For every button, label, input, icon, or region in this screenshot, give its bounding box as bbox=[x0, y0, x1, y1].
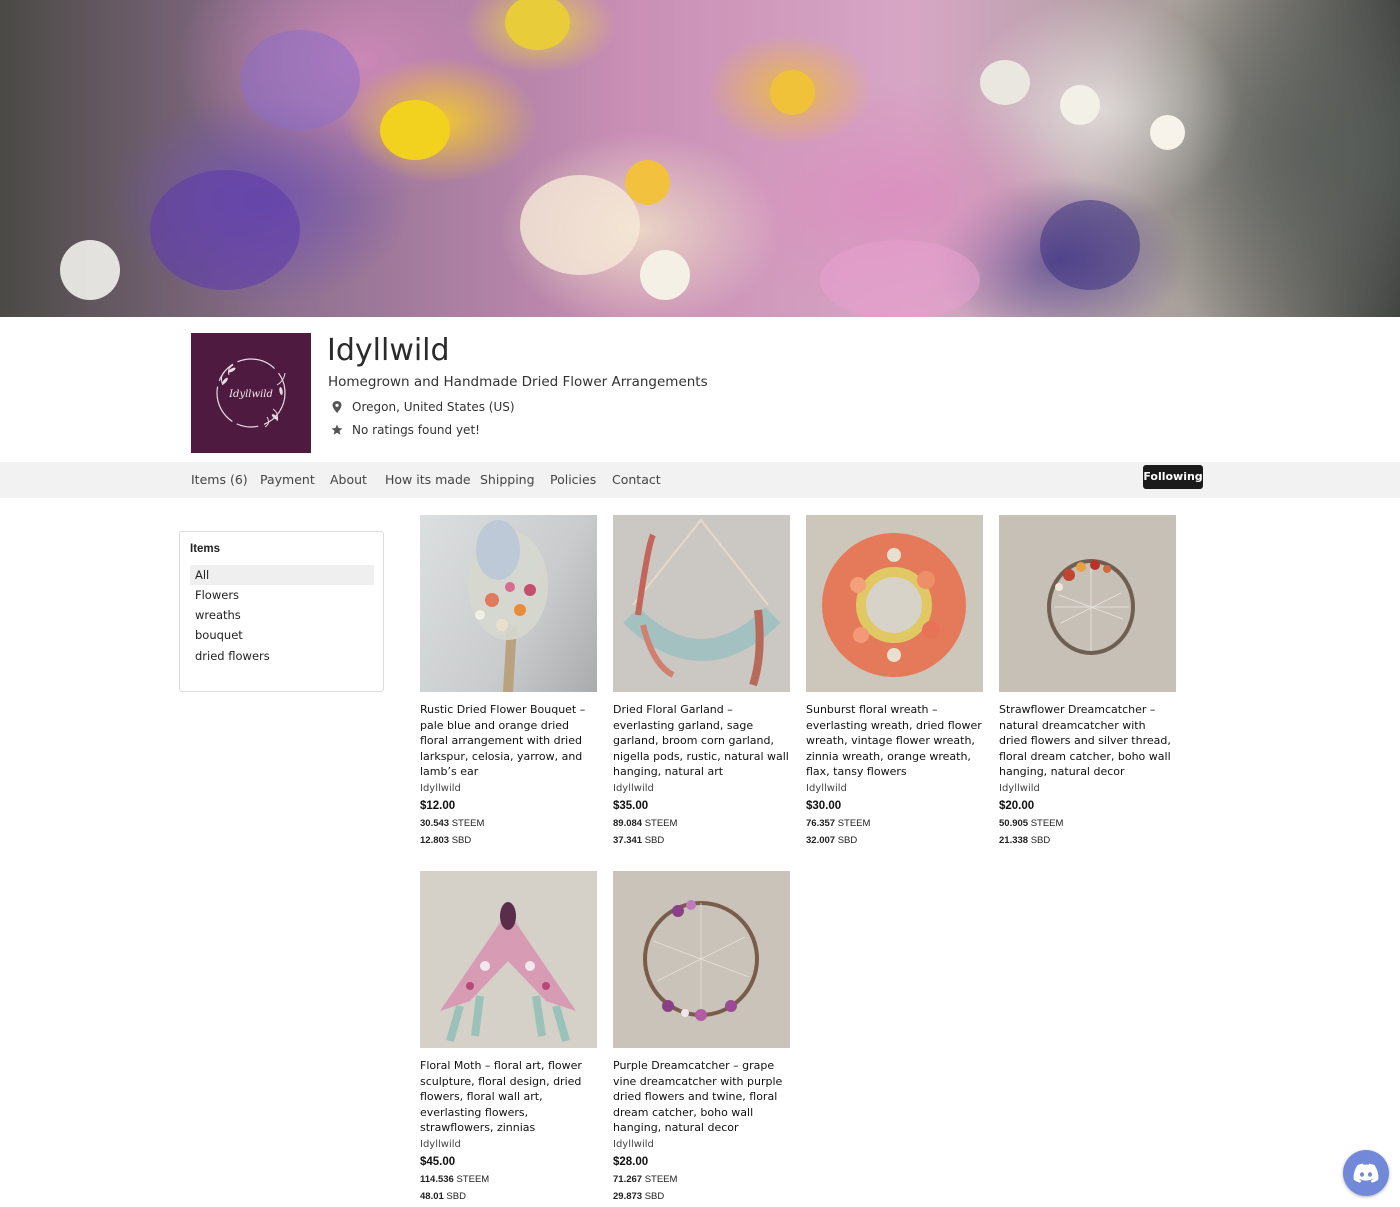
tab-about[interactable]: About bbox=[330, 462, 367, 498]
product-title[interactable]: Floral Moth – floral art, flower sculptu… bbox=[420, 1058, 597, 1136]
product-seller[interactable]: Idyllwild bbox=[613, 781, 790, 797]
wreath-logo-icon: Idyllwild bbox=[216, 358, 286, 428]
tab-how-its-made[interactable]: How its made bbox=[385, 462, 471, 498]
hero-banner-image bbox=[0, 0, 1400, 317]
product-image[interactable] bbox=[420, 515, 597, 692]
product-title[interactable]: Rustic Dried Flower Bouquet – pale blue … bbox=[420, 702, 597, 780]
product-image[interactable] bbox=[613, 871, 790, 1048]
product-card[interactable]: Floral Moth – floral art, flower sculptu… bbox=[420, 871, 597, 1205]
sidebar-title: Items bbox=[190, 543, 221, 555]
tab-contact[interactable]: Contact bbox=[612, 462, 661, 498]
shop-location-text: Oregon, United States (US) bbox=[352, 400, 515, 414]
product-card[interactable]: Purple Dreamcatcher – grape vine dreamca… bbox=[613, 871, 790, 1205]
product-price-steem: 50.905 STEEM bbox=[999, 817, 1064, 829]
product-price-steem: 89.084 STEEM bbox=[613, 817, 678, 829]
shop-rating-text: No ratings found yet! bbox=[352, 423, 480, 437]
product-title[interactable]: Dried Floral Garland – everlasting garla… bbox=[613, 702, 790, 780]
product-card[interactable]: Strawflower Dreamcatcher – natural dream… bbox=[999, 515, 1176, 849]
shop-logo: Idyllwild bbox=[191, 333, 311, 453]
following-button[interactable]: Following bbox=[1143, 465, 1203, 489]
product-price-usd: $35.00 bbox=[613, 799, 649, 812]
product-image[interactable] bbox=[806, 515, 983, 692]
product-price-sbd: 37.341 SBD bbox=[613, 834, 665, 846]
product-price-steem: 76.357 STEEM bbox=[806, 817, 871, 829]
product-price-steem: 114.536 STEEM bbox=[420, 1173, 490, 1185]
product-seller[interactable]: Idyllwild bbox=[999, 781, 1176, 797]
product-price-sbd: 32.007 SBD bbox=[806, 834, 858, 846]
tab-policies[interactable]: Policies bbox=[550, 462, 596, 498]
svg-text:Idyllwild: Idyllwild bbox=[228, 389, 273, 400]
star-icon bbox=[330, 423, 344, 437]
product-seller[interactable]: Idyllwild bbox=[613, 1137, 790, 1153]
product-price-usd: $30.00 bbox=[806, 799, 842, 812]
category-all[interactable]: All bbox=[190, 565, 374, 585]
product-image[interactable] bbox=[420, 871, 597, 1048]
product-card[interactable]: Rustic Dried Flower Bouquet – pale blue … bbox=[420, 515, 597, 849]
product-price-sbd: 21.338 SBD bbox=[999, 834, 1051, 846]
shop-location: Oregon, United States (US) bbox=[330, 400, 515, 414]
product-title[interactable]: Strawflower Dreamcatcher – natural dream… bbox=[999, 702, 1176, 780]
product-seller[interactable]: Idyllwild bbox=[806, 781, 983, 797]
shop-name: Idyllwild bbox=[327, 333, 450, 368]
product-price-steem: 71.267 STEEM bbox=[613, 1173, 678, 1185]
category-wreaths[interactable]: wreaths bbox=[190, 605, 374, 625]
product-seller[interactable]: Idyllwild bbox=[420, 781, 597, 797]
product-price-usd: $12.00 bbox=[420, 799, 456, 812]
product-title[interactable]: Sunburst floral wreath – everlasting wre… bbox=[806, 702, 983, 780]
product-title[interactable]: Purple Dreamcatcher – grape vine dreamca… bbox=[613, 1058, 790, 1136]
product-price-sbd: 48.01 SBD bbox=[420, 1190, 466, 1202]
product-price-sbd: 29.873 SBD bbox=[613, 1190, 665, 1202]
tab-shipping[interactable]: Shipping bbox=[480, 462, 535, 498]
product-card[interactable]: Dried Floral Garland – everlasting garla… bbox=[613, 515, 790, 849]
map-pin-icon bbox=[330, 400, 344, 414]
category-bouquet[interactable]: bouquet bbox=[190, 625, 374, 645]
product-seller[interactable]: Idyllwild bbox=[420, 1137, 597, 1153]
discord-icon bbox=[1353, 1163, 1379, 1183]
product-image[interactable] bbox=[613, 515, 790, 692]
product-price-usd: $45.00 bbox=[420, 1155, 456, 1168]
category-dried-flowers[interactable]: dried flowers bbox=[190, 646, 374, 666]
product-price-usd: $28.00 bbox=[613, 1155, 649, 1168]
product-image[interactable] bbox=[999, 515, 1176, 692]
discord-chat-button[interactable] bbox=[1343, 1150, 1389, 1196]
tab-payment[interactable]: Payment bbox=[260, 462, 315, 498]
shop-tagline: Homegrown and Handmade Dried Flower Arra… bbox=[328, 374, 708, 390]
product-card[interactable]: Sunburst floral wreath – everlasting wre… bbox=[806, 515, 983, 849]
product-price-sbd: 12.803 SBD bbox=[420, 834, 472, 846]
tab-items[interactable]: Items (6) bbox=[191, 462, 248, 498]
product-price-usd: $20.00 bbox=[999, 799, 1035, 812]
product-price-steem: 30.543 STEEM bbox=[420, 817, 485, 829]
shop-tab-bar: Items (6) Payment About How its made Shi… bbox=[0, 462, 1400, 498]
shop-rating: No ratings found yet! bbox=[330, 423, 480, 437]
category-flowers[interactable]: Flowers bbox=[190, 585, 374, 605]
category-sidebar: Items All Flowers wreaths bouquet dried … bbox=[179, 531, 384, 692]
